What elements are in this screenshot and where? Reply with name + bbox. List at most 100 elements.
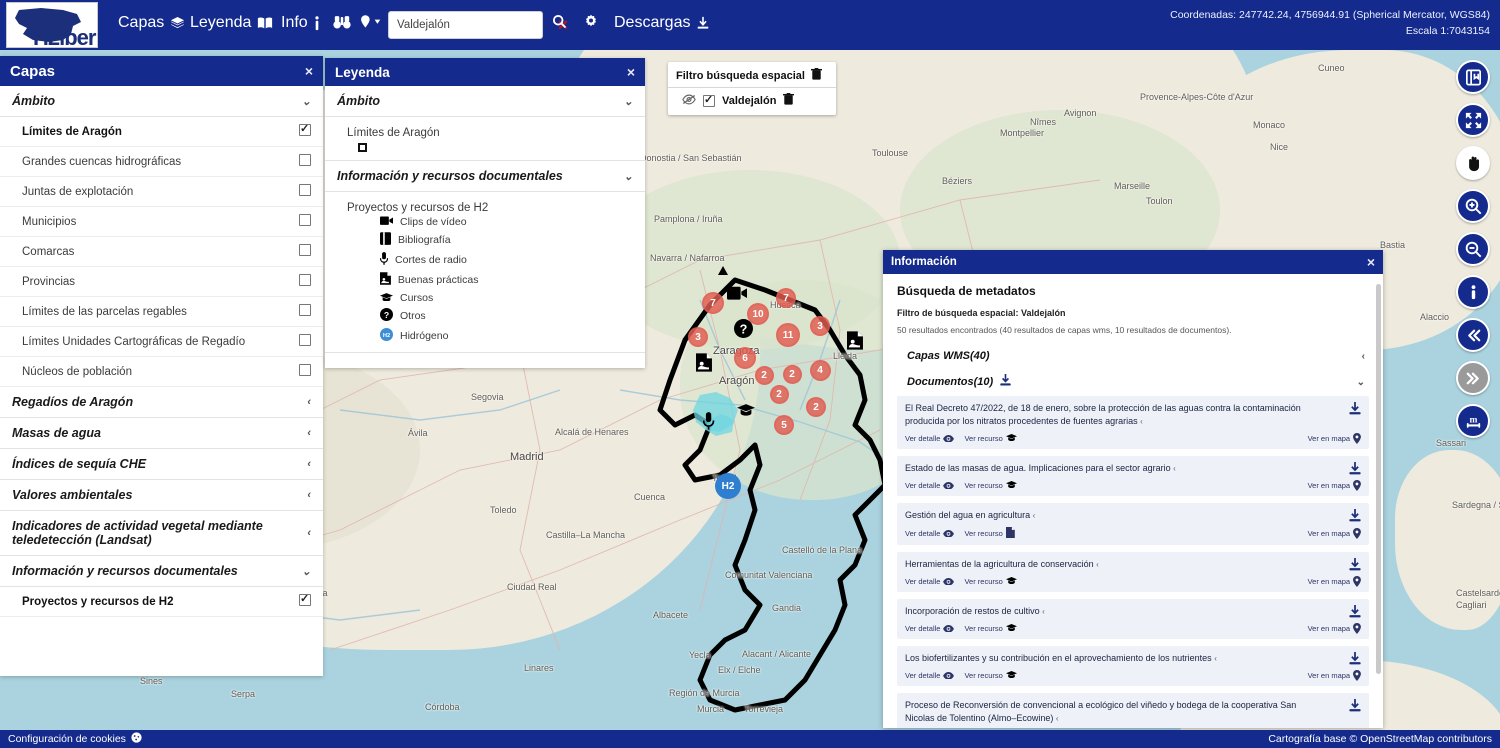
- document-item[interactable]: Gestión del agua en agricultura ‹Ver det…: [897, 503, 1369, 545]
- ver-recurso-link[interactable]: Ver recurso: [964, 481, 1016, 490]
- nav-info[interactable]: Info: [281, 14, 320, 32]
- layer-row[interactable]: Proyectos y recursos de H2: [0, 587, 323, 617]
- cluster-marker[interactable]: 4: [810, 360, 831, 381]
- document-item[interactable]: Incorporación de restos de cultivo ‹Ver …: [897, 599, 1369, 639]
- ver-detalle-link[interactable]: Ver detalle: [905, 434, 954, 443]
- layer-checkbox[interactable]: [299, 274, 311, 289]
- zoom-out-icon[interactable]: [1456, 232, 1490, 266]
- layer-row[interactable]: Núcleos de población: [0, 357, 323, 387]
- close-icon[interactable]: ×: [305, 63, 313, 79]
- chevron-left-icon[interactable]: ‹: [1042, 607, 1045, 616]
- document-item[interactable]: Estado de las masas de agua. Implicacion…: [897, 456, 1369, 496]
- ver-recurso-link[interactable]: Ver recurso: [964, 527, 1014, 540]
- download-icon[interactable]: [1348, 558, 1362, 577]
- graduation-cap-icon[interactable]: [737, 401, 755, 419]
- layer-checkbox[interactable]: [299, 214, 311, 229]
- information-panel-body[interactable]: Búsqueda de metadatos Filtro de búsqueda…: [883, 274, 1383, 728]
- cluster-marker[interactable]: 2: [783, 365, 802, 384]
- spatial-search-tool[interactable]: [333, 14, 351, 30]
- eye-slash-icon[interactable]: [682, 94, 696, 108]
- cluster-marker[interactable]: 7: [776, 288, 796, 308]
- cluster-marker[interactable]: 3: [810, 316, 830, 336]
- layer-row[interactable]: Límites Unidades Cartográficas de Regadí…: [0, 327, 323, 357]
- chevron-left-icon[interactable]: ‹: [1096, 560, 1099, 569]
- ver-en-mapa-link[interactable]: Ver en mapa: [1308, 670, 1361, 681]
- cluster-marker[interactable]: 7: [702, 292, 724, 314]
- layer-row[interactable]: Municipios: [0, 207, 323, 237]
- ver-detalle-link[interactable]: Ver detalle: [905, 481, 954, 490]
- layer-group-1[interactable]: Regadíos de Aragón‹: [0, 387, 323, 418]
- ver-detalle-link[interactable]: Ver detalle: [905, 577, 954, 586]
- layer-checkbox[interactable]: [299, 334, 311, 349]
- layer-row[interactable]: Comarcas: [0, 237, 323, 267]
- layer-checkbox[interactable]: [299, 184, 311, 199]
- document-item[interactable]: Proceso de Reconversión de convencional …: [897, 693, 1369, 728]
- layer-checkbox[interactable]: [299, 304, 311, 319]
- microphone-icon[interactable]: [700, 412, 718, 430]
- legend-group-1[interactable]: Información y recursos documentales⌄: [325, 161, 645, 192]
- cluster-marker[interactable]: 5: [774, 415, 794, 435]
- layer-group-0[interactable]: Ámbito⌄: [0, 86, 323, 117]
- layer-row[interactable]: Juntas de explotación: [0, 177, 323, 207]
- ver-recurso-link[interactable]: Ver recurso: [964, 671, 1016, 680]
- document-list[interactable]: El Real Decreto 47/2022, de 18 de enero,…: [897, 396, 1369, 728]
- search-input[interactable]: [395, 18, 553, 32]
- cookie-settings-link[interactable]: Configuración de cookies: [8, 732, 142, 746]
- cluster-marker[interactable]: 2: [770, 385, 789, 404]
- search-box[interactable]: ✕: [388, 11, 543, 39]
- ver-detalle-link[interactable]: Ver detalle: [905, 624, 954, 633]
- pan-hand-icon[interactable]: [1456, 146, 1490, 180]
- spatial-filter-checkbox[interactable]: [703, 95, 715, 107]
- cluster-marker[interactable]: 2: [755, 366, 774, 385]
- download-icon[interactable]: [1348, 699, 1362, 718]
- accordion-row-1[interactable]: Documentos(10)⌄: [897, 368, 1369, 396]
- layer-group-5[interactable]: Indicadores de actividad vegetal mediant…: [0, 511, 323, 556]
- ver-recurso-link[interactable]: Ver recurso: [964, 434, 1016, 443]
- chevron-left-icon[interactable]: ‹: [1214, 654, 1217, 663]
- layer-row[interactable]: Grandes cuencas hidrográficas: [0, 147, 323, 177]
- expand-right-icon[interactable]: [1456, 361, 1490, 395]
- download-icon[interactable]: [1348, 402, 1362, 421]
- ver-recurso-link[interactable]: Ver recurso: [964, 577, 1016, 586]
- triangle-icon[interactable]: [717, 265, 729, 277]
- layer-row[interactable]: Límites de las parcelas regables: [0, 297, 323, 327]
- layer-group-4[interactable]: Valores ambientales‹: [0, 480, 323, 511]
- basemap-icon[interactable]: [1456, 60, 1490, 94]
- cluster-marker[interactable]: 3: [688, 327, 708, 347]
- zoom-extent-icon[interactable]: [1456, 103, 1490, 137]
- info-tool-icon[interactable]: [1456, 275, 1490, 309]
- ver-en-mapa-link[interactable]: Ver en mapa: [1308, 576, 1361, 587]
- pin-dropdown-tool[interactable]: [357, 14, 383, 30]
- layer-row[interactable]: Límites de Aragón: [0, 117, 323, 147]
- document-item[interactable]: Herramientas de la agricultura de conser…: [897, 552, 1369, 592]
- ver-detalle-link[interactable]: Ver detalle: [905, 529, 954, 538]
- chevron-left-icon[interactable]: ‹: [1033, 511, 1036, 520]
- chevron-left-icon[interactable]: ‹: [1173, 464, 1176, 473]
- download-icon[interactable]: [1348, 462, 1362, 481]
- legend-group-0[interactable]: Ámbito⌄: [325, 86, 645, 117]
- chevron-left-icon[interactable]: ‹: [1140, 417, 1143, 426]
- cluster-marker[interactable]: 11: [776, 323, 800, 347]
- download-icon[interactable]: [1348, 605, 1362, 624]
- nav-leyenda[interactable]: Leyenda: [190, 14, 273, 32]
- h2-marker[interactable]: H2: [715, 473, 741, 499]
- document-person-icon[interactable]: [846, 331, 865, 350]
- legend-panel-body[interactable]: Ámbito⌄Límites de AragónInformación y re…: [325, 86, 645, 353]
- zoom-in-icon[interactable]: [1456, 189, 1490, 223]
- close-icon[interactable]: ×: [1367, 254, 1375, 270]
- settings-button[interactable]: [584, 14, 598, 28]
- layer-group-6[interactable]: Información y recursos documentales⌄: [0, 556, 323, 587]
- measure-icon[interactable]: m: [1456, 404, 1490, 438]
- ver-recurso-link[interactable]: Ver recurso: [964, 624, 1016, 633]
- trash-icon[interactable]: [783, 93, 794, 108]
- nav-descargas[interactable]: Descargas: [614, 14, 710, 32]
- search-submit-button[interactable]: [552, 14, 567, 29]
- trash-icon[interactable]: [811, 68, 822, 83]
- download-icon[interactable]: [1348, 509, 1362, 528]
- video-camera-icon[interactable]: [727, 283, 747, 303]
- document-person-icon[interactable]: [695, 353, 714, 372]
- ver-en-mapa-link[interactable]: Ver en mapa: [1308, 480, 1361, 491]
- close-icon[interactable]: ×: [627, 64, 635, 80]
- download-icon[interactable]: [1348, 652, 1362, 671]
- layer-checkbox[interactable]: [299, 124, 311, 139]
